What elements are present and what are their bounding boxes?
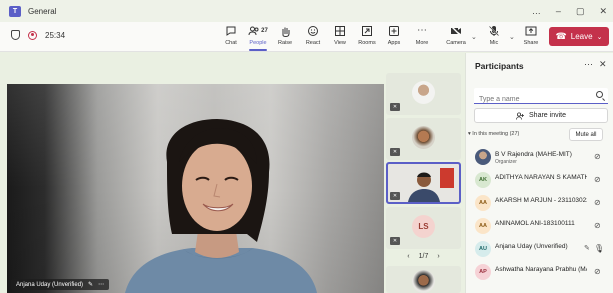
react-icon <box>308 26 318 36</box>
mic-muted-icon: ⊘ <box>594 175 601 184</box>
meeting-toolbar: 25:34 Chat 27 People Raise React View Ro… <box>0 22 613 52</box>
rooms-icon <box>362 26 372 36</box>
participant-row[interactable]: AA ANINAMOL ANI-183100111 ⊘ <box>466 216 613 236</box>
participant-tile[interactable]: ✕ <box>386 73 461 115</box>
tile-pager: ‹ 1/7 › <box>407 252 440 260</box>
meeting-timer: 25:34 <box>45 30 66 40</box>
avatar: AA <box>475 195 491 211</box>
leave-button[interactable]: ☎ Leave ⌄ <box>549 27 609 46</box>
avatar: AA <box>475 218 491 234</box>
speaker-more-icon[interactable]: ⋯ <box>98 281 104 288</box>
participant-search <box>474 88 608 107</box>
panel-more-icon[interactable]: ⋯ <box>584 59 593 70</box>
mute-all-button[interactable]: Mute all <box>569 128 603 141</box>
share-button[interactable]: Share <box>516 25 546 50</box>
avatar <box>412 126 435 149</box>
recording-icon <box>28 30 37 40</box>
tile-mic-muted-icon: ✕ <box>390 103 400 111</box>
react-button[interactable]: React <box>298 25 328 50</box>
add-person-icon <box>516 111 525 120</box>
window-title: General <box>28 6 57 16</box>
pager-prev-icon[interactable]: ‹ <box>407 253 409 260</box>
avatar: AP <box>475 264 491 280</box>
more-icon: ⋯ <box>417 25 427 36</box>
tile-mic-muted-icon: ✕ <box>390 192 400 200</box>
mic-options-chevron-icon[interactable]: ⌄ <box>509 33 515 41</box>
tile-mic-muted-icon: ✕ <box>390 237 400 245</box>
speaker-name-tag: Anjana Uday (Unverified) ✎ ⋯ <box>11 279 110 290</box>
mic-button[interactable]: Mic <box>479 25 509 50</box>
participant-tile[interactable]: LS ✕ <box>386 207 461 249</box>
participant-tile[interactable]: ✕ <box>386 118 461 160</box>
participant-row[interactable]: AA AKARSH M ARJUN - 231103022 ⊘ <box>466 193 613 213</box>
chat-icon <box>226 26 236 36</box>
raise-hand-button[interactable]: Raise <box>270 25 300 50</box>
rooms-button[interactable]: Rooms <box>352 25 382 50</box>
mic-muted-icon: ⊘ <box>594 267 601 276</box>
avatar: LS <box>412 215 435 238</box>
main-video-feed[interactable]: Anjana Uday (Unverified) ✎ ⋯ <box>7 84 384 293</box>
panel-title: Participants <box>475 61 524 71</box>
mic-muted-icon: ⊘ <box>594 152 601 161</box>
raise-hand-icon <box>282 27 290 37</box>
tile-mic-muted-icon: ✕ <box>390 148 400 156</box>
search-icon[interactable] <box>596 91 603 98</box>
search-input[interactable] <box>474 92 584 107</box>
camera-options-chevron-icon[interactable]: ⌄ <box>471 33 477 41</box>
window-more-icon[interactable]: … <box>532 6 541 16</box>
avatar <box>412 270 435 293</box>
participant-row[interactable]: B V Rajendra (MAHE-MIT) Organizer ⊘ <box>466 147 613 167</box>
pager-next-icon[interactable]: › <box>437 253 439 260</box>
mic-on-icon: 🎙 <box>594 244 605 253</box>
avatar: AU <box>475 241 491 257</box>
participant-row[interactable]: AU Anjana Uday (Unverified) ✎ 🎙 <box>466 239 613 259</box>
pin-icon[interactable]: ✎ <box>88 281 93 288</box>
view-button[interactable]: View <box>325 25 355 50</box>
participant-tiles: ✕ ✕ ✕ LS ✕ ‹ 1/7 › <box>385 73 462 293</box>
maximize-icon[interactable]: ▢ <box>576 6 585 17</box>
participant-row[interactable]: AK ADITHYA NARAYAN S KAMATH - 2... ⊘ <box>466 170 613 190</box>
speaker-video-image <box>125 119 317 293</box>
avatar <box>475 149 491 165</box>
participants-panel: Participants ⋯ ✕ Share invite ▾ In this … <box>465 53 613 293</box>
title-bar: T General … – ▢ ✕ <box>0 0 613 22</box>
camera-off-icon <box>450 25 462 37</box>
panel-close-icon[interactable]: ✕ <box>599 59 607 70</box>
minimize-icon[interactable]: – <box>556 6 561 16</box>
people-button[interactable]: 27 People <box>243 25 273 51</box>
participant-tile-selected[interactable]: ✕ <box>386 162 461 204</box>
phone-hangup-icon: ☎ <box>555 31 567 41</box>
security-shield-icon[interactable] <box>11 30 20 40</box>
avatar <box>412 81 435 104</box>
leave-options-chevron-icon[interactable]: ⌄ <box>597 33 603 41</box>
more-button[interactable]: ⋯ More <box>407 25 437 50</box>
in-meeting-section[interactable]: ▾ In this meeting (27) Mute all <box>467 128 612 141</box>
mic-off-icon <box>489 26 499 36</box>
people-count: 27 <box>261 28 268 34</box>
view-icon <box>335 26 345 36</box>
participant-tile[interactable] <box>386 266 461 293</box>
avatar: AK <box>475 172 491 188</box>
mic-muted-icon: ⊘ <box>594 221 601 230</box>
camera-button[interactable]: Camera <box>441 25 471 50</box>
pin-icon[interactable]: ✎ <box>584 244 590 252</box>
participant-row[interactable]: AP Ashwatha Narayana Prabhu (MA... ⊘ <box>466 262 613 282</box>
close-icon[interactable]: ✕ <box>599 6 607 17</box>
chat-button[interactable]: Chat <box>216 25 246 50</box>
share-invite-button[interactable]: Share invite <box>474 108 608 123</box>
apps-button[interactable]: Apps <box>379 25 409 50</box>
mic-muted-icon: ⊘ <box>594 198 601 207</box>
share-icon <box>525 26 537 36</box>
people-icon <box>248 26 259 36</box>
apps-icon <box>389 26 399 36</box>
teams-logo-icon: T <box>9 5 21 17</box>
